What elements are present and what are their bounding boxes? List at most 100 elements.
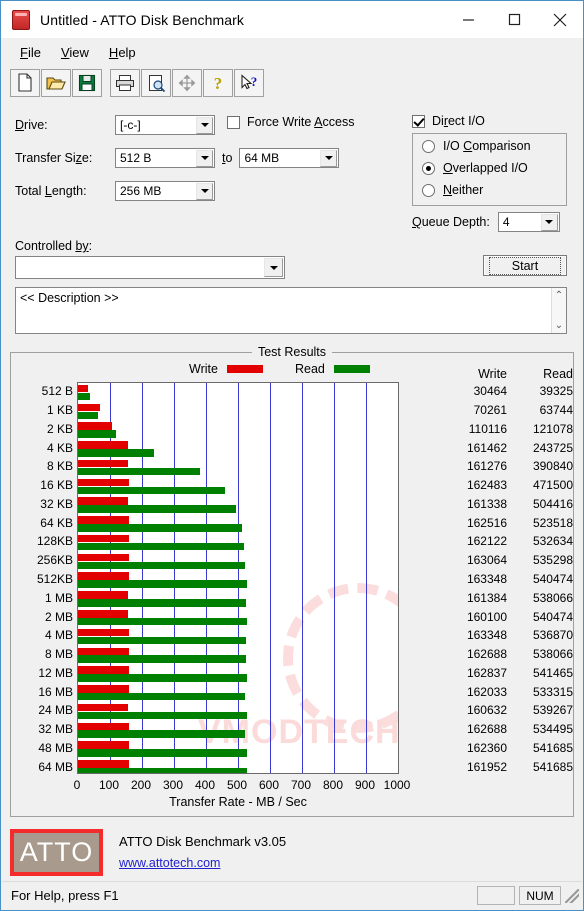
transfer-size-to-value: 64 MB — [244, 151, 280, 165]
chart-row-label: 24 MB — [38, 703, 73, 718]
menu-item-help[interactable]: Help — [100, 42, 145, 63]
value-read: 540474 — [532, 572, 573, 586]
chart-plot: VMODTECH.COM — [77, 382, 399, 774]
toolbar-action-group: ? ? — [110, 68, 265, 97]
menu-item-view[interactable]: View — [52, 42, 98, 63]
print-button[interactable] — [110, 68, 140, 97]
close-button[interactable] — [537, 1, 583, 38]
value-read: 538066 — [532, 590, 573, 605]
start-button[interactable]: Start — [483, 255, 567, 276]
chart-x-tick-label: 700 — [290, 778, 312, 792]
force-write-access-checkbox[interactable]: Force Write Access — [227, 115, 354, 129]
chart-row-label: 32 KB — [40, 496, 73, 511]
chart-x-tick-label: 900 — [354, 778, 376, 792]
value-write: 162688 — [466, 647, 507, 662]
transfer-size-from-value: 512 B — [120, 151, 152, 165]
help-question-icon: ? — [214, 74, 223, 92]
drive-combo[interactable]: [-c-] — [115, 115, 215, 135]
chart-bar-read — [78, 730, 246, 738]
queue-depth-combo[interactable]: 4 — [497, 212, 560, 232]
move-icon — [178, 74, 196, 91]
radio-circle[interactable] — [422, 161, 435, 175]
open-file-button[interactable] — [41, 68, 71, 97]
scroll-up-icon[interactable]: ⌃ — [555, 290, 563, 301]
chevron-down-icon[interactable] — [196, 149, 213, 167]
scroll-down-icon[interactable]: ⌄ — [555, 320, 563, 331]
chart-row-label: 16 MB — [38, 684, 73, 699]
radio-circle[interactable] — [422, 183, 435, 197]
chart-x-axis-ticks: 0 100 200 300 400 500 600 700 800 900 1000 — [23, 778, 565, 792]
chart-bar-write — [78, 610, 129, 618]
disk-icon — [12, 9, 30, 30]
transfer-size-to-combo[interactable]: 64 MB — [239, 148, 340, 168]
test-results-group: Test Results Write Read Write Read VMODT… — [10, 345, 574, 817]
value-read: 39325 — [539, 384, 573, 399]
description-text[interactable]: << Description >> — [16, 288, 551, 333]
context-help-button[interactable]: ? — [234, 68, 264, 97]
chart-gridline — [270, 383, 271, 773]
total-length-label: Total Length: — [15, 184, 87, 198]
controlled-by-combo[interactable] — [15, 256, 285, 279]
chart-row-label: 32 MB — [38, 722, 73, 737]
transfer-size-from-combo[interactable]: 512 B — [115, 148, 215, 168]
radio-overlapped-io[interactable]: Overlapped I/O — [422, 161, 528, 175]
new-file-button[interactable] — [10, 68, 40, 97]
value-read: 534495 — [532, 722, 573, 737]
minimize-button[interactable] — [445, 1, 491, 38]
queue-depth-row: Queue Depth: 4 — [412, 212, 560, 232]
value-write: 163348 — [466, 572, 507, 586]
chart-x-tick-label: 1000 — [383, 778, 411, 792]
svg-text:?: ? — [251, 74, 258, 89]
chevron-down-icon[interactable] — [540, 213, 558, 231]
chevron-down-icon[interactable] — [196, 182, 213, 200]
close-icon — [553, 13, 567, 26]
description-scrollbar[interactable]: ⌃ ⌄ — [551, 288, 566, 333]
chart-bar-write — [78, 722, 129, 731]
io-mode-group: I/O Comparison Overlapped I/O Neither — [412, 133, 567, 206]
save-file-button[interactable] — [72, 68, 102, 97]
maximize-icon — [508, 13, 520, 26]
total-length-combo[interactable]: 256 MB — [115, 181, 215, 201]
chart-row-label: 8 MB — [44, 647, 73, 662]
chart-row-label: 256KB — [36, 553, 73, 568]
chart-bar-write — [78, 572, 130, 580]
chart-bar-write — [78, 441, 129, 449]
resize-grip-icon[interactable] — [565, 888, 579, 903]
chevron-down-icon[interactable] — [196, 116, 213, 134]
value-write: 161462 — [466, 440, 507, 455]
chevron-down-icon[interactable] — [320, 149, 338, 167]
chart-bar-write — [78, 422, 113, 430]
transfer-size-label: Transfer Size: — [15, 151, 93, 165]
value-read: 471500 — [532, 478, 573, 493]
chart-bar-read — [78, 711, 247, 720]
help-button[interactable]: ? — [203, 68, 233, 97]
chart-bar-write — [78, 553, 129, 562]
direct-io-checkbox[interactable]: Direct I/O — [412, 114, 485, 128]
checkbox-box[interactable] — [227, 115, 240, 129]
save-disk-icon — [78, 74, 96, 91]
menu-item-file[interactable]: File — [11, 42, 50, 63]
radio-io-comparison[interactable]: I/O Comparison — [422, 139, 531, 153]
force-write-access-label: Force Write Access — [247, 115, 355, 129]
window-title: Untitled - ATTO Disk Benchmark — [40, 11, 244, 28]
radio-circle[interactable] — [422, 139, 435, 153]
radio-neither[interactable]: Neither — [422, 183, 483, 197]
description-box[interactable]: << Description >> ⌃ ⌄ — [15, 287, 567, 334]
footer: ATTO ATTO Disk Benchmark v3.05 www.attot… — [10, 823, 574, 881]
maximize-button[interactable] — [491, 1, 537, 38]
checkbox-box[interactable] — [412, 114, 425, 128]
value-write: 70261 — [473, 403, 507, 418]
chart-bar-read — [78, 636, 246, 645]
chart-bar-read — [78, 505, 236, 513]
chart-x-tick-label: 400 — [194, 778, 216, 792]
value-read: 539267 — [532, 703, 573, 718]
chart-bar-read — [78, 486, 226, 495]
value-read: 390840 — [532, 459, 573, 474]
website-link[interactable]: www.attotech.com — [119, 856, 286, 870]
chart-row-label: 4 MB — [44, 628, 73, 643]
value-read: 541465 — [532, 665, 573, 680]
print-preview-button[interactable] — [141, 68, 171, 97]
value-write: 161952 — [466, 759, 507, 774]
move-button[interactable] — [172, 68, 202, 97]
chevron-down-icon[interactable] — [264, 258, 283, 277]
